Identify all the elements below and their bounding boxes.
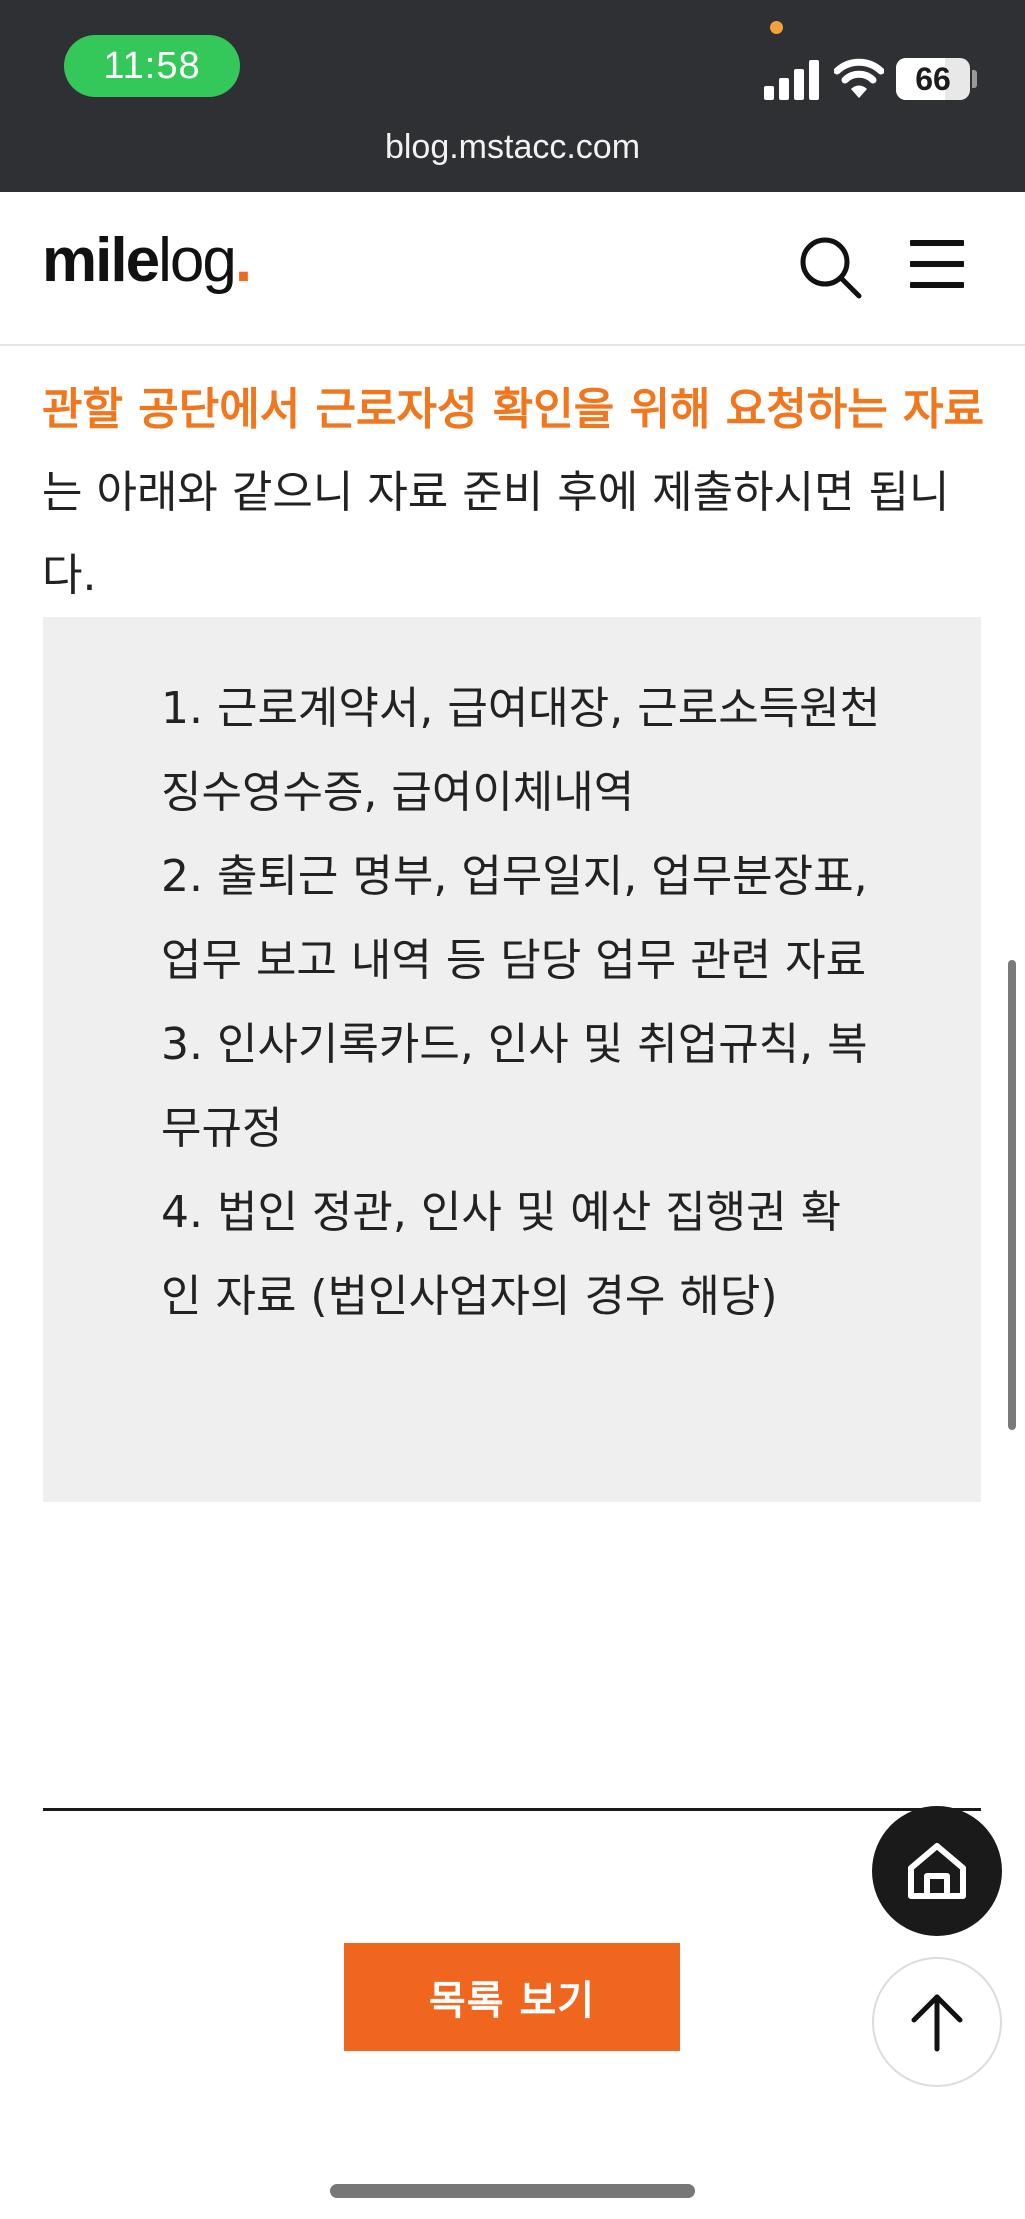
required-documents-list: 1. 근로계약서, 급여대장, 근로소득원천징수영수증, 급여이체내역 2. 출… <box>161 667 881 1339</box>
browser-url[interactable]: blog.mstacc.com <box>0 128 1025 167</box>
privacy-indicator-dot <box>770 21 783 34</box>
logo-bold-part: mile <box>42 226 160 295</box>
logo-dot: . <box>234 226 252 295</box>
battery-icon: 66 <box>896 58 970 100</box>
battery-cap <box>972 70 977 88</box>
scroll-to-top-button[interactable] <box>872 1957 1002 2087</box>
intro-highlight: 관할 공단에서 근로자성 확인을 위해 요청하는 자료 <box>42 384 984 435</box>
logo-light-part: log <box>158 226 237 295</box>
required-documents-box: 1. 근로계약서, 급여대장, 근로소득원천징수영수증, 급여이체내역 2. 출… <box>43 617 981 1502</box>
intro-text: 는 아래와 같으니 자료 준비 후에 제출하시면 됩니다. <box>42 467 950 601</box>
site-logo[interactable]: milelog. <box>42 230 252 292</box>
view-list-button[interactable]: 목록 보기 <box>344 1943 680 2051</box>
cellular-signal-icon <box>764 60 820 100</box>
wifi-icon <box>834 58 884 98</box>
document-item-4: 4. 법인 정관, 인사 및 예산 집행권 확인 자료 (법인사업자의 경우 해… <box>161 1187 842 1322</box>
intro-paragraph: 관할 공단에서 근로자성 확인을 위해 요청하는 자료는 아래와 같으니 자료 … <box>42 368 992 617</box>
battery-percent: 66 <box>915 60 951 97</box>
home-button[interactable] <box>872 1806 1002 1936</box>
site-header: milelog. <box>0 192 1025 346</box>
status-bar: 11:58 66 blog.mstacc.com <box>0 0 1025 192</box>
hamburger-menu-icon[interactable] <box>910 240 964 288</box>
search-icon[interactable] <box>797 234 863 300</box>
content-divider <box>43 1808 981 1811</box>
document-item-2: 2. 출퇴근 명부, 업무일지, 업무분장표, 업무 보고 내역 등 담당 업무… <box>161 851 868 986</box>
page-scrollbar[interactable] <box>1008 960 1016 1430</box>
home-indicator-bar[interactable] <box>330 2184 695 2198</box>
document-item-3: 3. 인사기록카드, 인사 및 취업규칙, 복무규정 <box>161 1019 868 1154</box>
status-time: 11:58 <box>64 35 240 97</box>
home-icon <box>908 1843 966 1899</box>
document-item-1: 1. 근로계약서, 급여대장, 근로소득원천징수영수증, 급여이체내역 <box>161 683 881 818</box>
arrow-up-icon <box>911 1994 963 2052</box>
